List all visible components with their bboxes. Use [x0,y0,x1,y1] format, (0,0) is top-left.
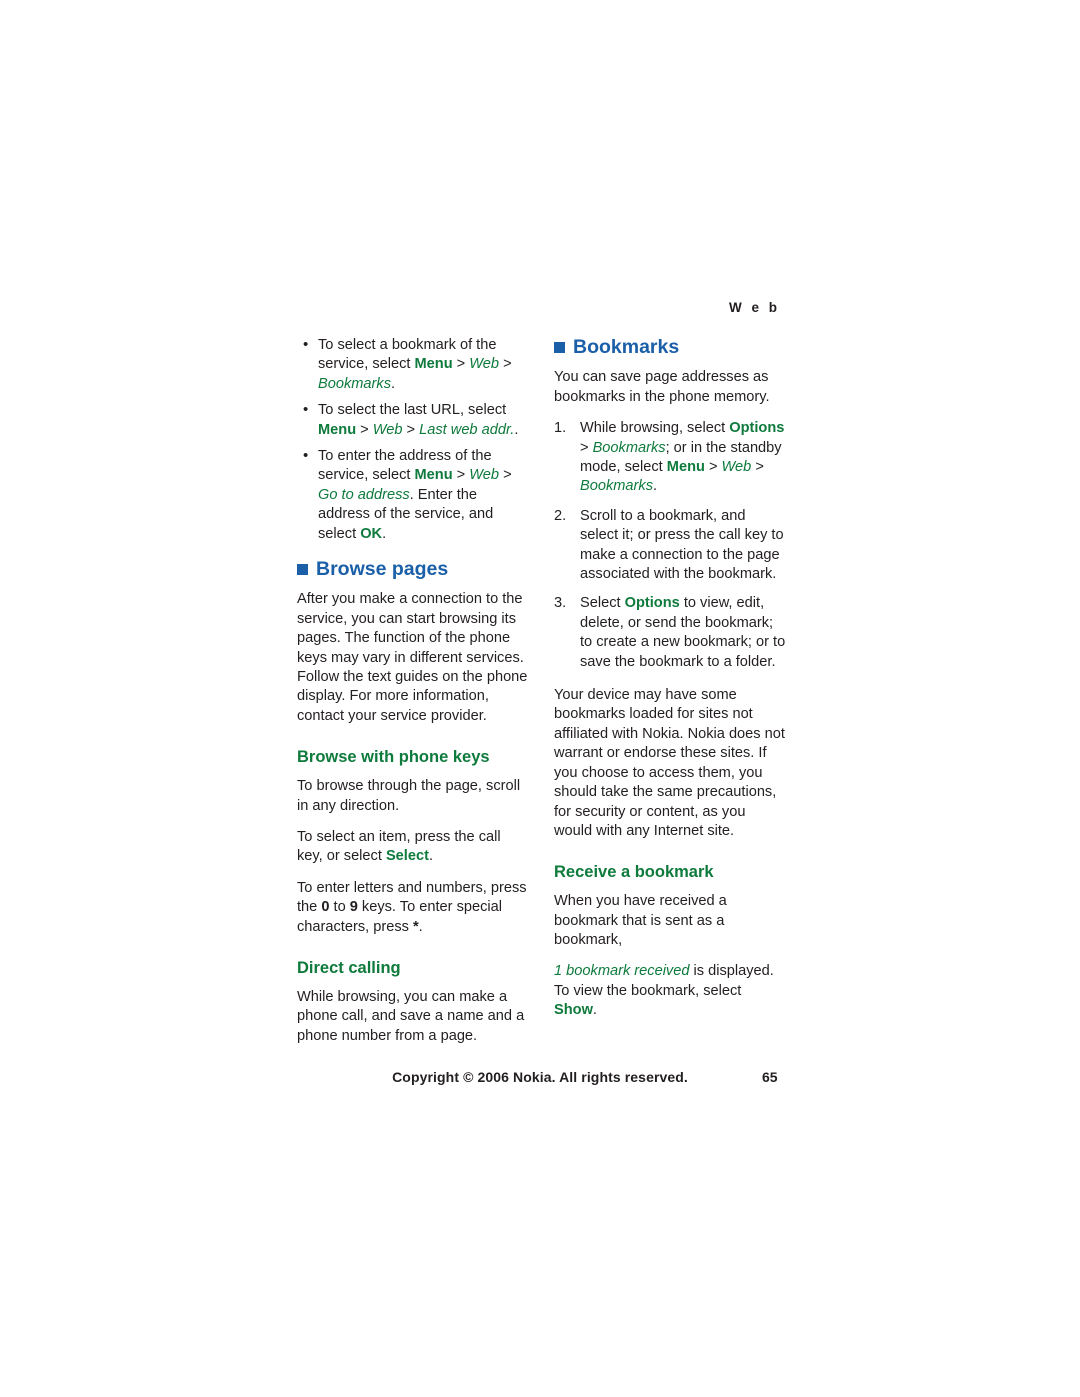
copyright-notice: Copyright © 2006 Nokia. All rights reser… [392,1069,688,1085]
subheading-direct-calling: Direct calling [297,958,401,977]
subheading-receive-a-bookmark: Receive a bookmark [554,863,714,882]
numbered-steps-bookmarks: While browsing, select Options > Bookmar… [554,419,787,672]
paragraph-disclaimer: Your device may have some bookmarks load… [554,687,785,839]
paragraph-receive-2: 1 bookmark received is displayed. To vie… [554,963,774,1019]
list-item: To enter the address of the service, sel… [297,446,530,544]
section-heading-bookmarks: Bookmarks [554,336,787,359]
paragraph-enter-letters: To enter letters and numbers, press the … [297,879,527,935]
section-heading-browse-pages: Browse pages [297,558,530,581]
right-column: Bookmarks You can save page addresses as… [554,336,787,1033]
left-column: To select a bookmark of the service, sel… [297,335,530,1058]
paragraph-select-item: To select an item, press the call key, o… [297,828,501,865]
paragraph-scroll: To browse through the page, scroll in an… [297,778,521,814]
running-head: W e b [729,300,780,315]
page-number: 65 [762,1069,778,1085]
list-item: Select Options to view, edit, delete, or… [554,594,786,670]
bullet-list-web-shortcuts: To select a bookmark of the service, sel… [297,335,530,544]
subheading-browse-with-phone-keys: Browse with phone keys [297,748,490,767]
section-heading-label: Bookmarks [573,336,680,358]
square-bullet-icon [554,342,565,353]
section-heading-label: Browse pages [316,558,449,581]
square-bullet-icon [297,564,308,576]
document-page: W e b To select a bookmark of the servic… [0,0,1080,1397]
list-item: While browsing, select Options > Bookmar… [554,419,785,495]
page-footer: Copyright © 2006 Nokia. All rights reser… [0,1069,1080,1087]
paragraph-bookmarks-intro: You can save page addresses as bookmarks… [554,369,770,405]
list-item: To select the last URL, select Menu > We… [297,400,530,440]
paragraph-direct-calling: While browsing, you can make a phone cal… [297,988,525,1044]
list-item: Scroll to a bookmark, and select it; or … [554,507,784,583]
list-item: To select a bookmark of the service, sel… [297,335,530,394]
paragraph-receive-1: When you have received a bookmark that i… [554,893,727,948]
paragraph-browse-pages: After you make a connection to the servi… [297,591,528,724]
